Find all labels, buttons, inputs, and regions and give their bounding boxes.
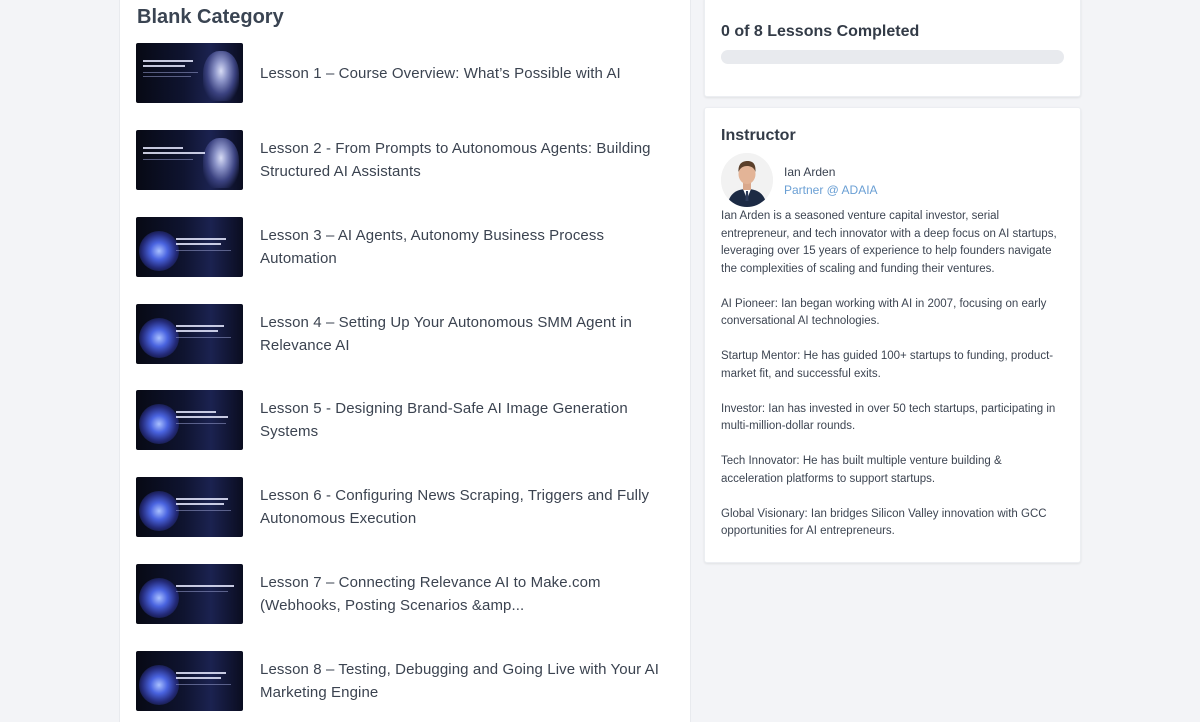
brain-icon bbox=[139, 231, 179, 271]
lesson-title[interactable]: Lesson 7 – Connecting Relevance AI to Ma… bbox=[260, 571, 676, 617]
instructor-bio: Ian Arden is a seasoned venture capital … bbox=[721, 208, 1066, 558]
avatar bbox=[721, 153, 773, 207]
brain-icon bbox=[139, 491, 179, 531]
bio-paragraph: Ian Arden is a seasoned venture capital … bbox=[721, 210, 1057, 275]
robot-icon bbox=[203, 138, 239, 188]
progress-bar bbox=[721, 50, 1064, 64]
lesson-thumbnail[interactable] bbox=[136, 43, 243, 103]
instructor-heading: Instructor bbox=[721, 127, 796, 144]
lesson-item[interactable]: Lesson 3 – AI Agents, Autonomy Business … bbox=[136, 217, 676, 277]
lesson-list-panel: Blank Category Lesson 1 – Course Overvie… bbox=[119, 0, 691, 722]
lesson-thumbnail[interactable] bbox=[136, 304, 243, 364]
lesson-title[interactable]: Lesson 2 - From Prompts to Autonomous Ag… bbox=[260, 137, 676, 183]
instructor-name: Ian Arden bbox=[784, 165, 836, 179]
category-title: Blank Category bbox=[137, 6, 284, 28]
bio-paragraph: Investor: Ian has invested in over 50 te… bbox=[721, 402, 1056, 433]
brain-icon bbox=[139, 665, 179, 705]
lesson-title[interactable]: Lesson 4 – Setting Up Your Autonomous SM… bbox=[260, 311, 676, 357]
robot-icon bbox=[203, 51, 239, 101]
brain-icon bbox=[139, 404, 179, 444]
progress-card: 0 of 8 Lessons Completed bbox=[704, 0, 1081, 97]
lesson-item[interactable]: Lesson 1 – Course Overview: What’s Possi… bbox=[136, 43, 676, 103]
bio-paragraph: AI Pioneer: Ian began working with AI in… bbox=[721, 297, 1047, 328]
instructor-role-link[interactable]: Partner @ ADAIA bbox=[784, 183, 878, 197]
lesson-item[interactable]: Lesson 7 – Connecting Relevance AI to Ma… bbox=[136, 564, 676, 624]
lesson-thumbnail[interactable] bbox=[136, 217, 243, 277]
lesson-item[interactable]: Lesson 4 – Setting Up Your Autonomous SM… bbox=[136, 304, 676, 364]
brain-icon bbox=[139, 318, 179, 358]
lesson-item[interactable]: Lesson 5 - Designing Brand-Safe AI Image… bbox=[136, 390, 676, 450]
lesson-thumbnail[interactable] bbox=[136, 390, 243, 450]
lesson-thumbnail[interactable] bbox=[136, 564, 243, 624]
lesson-item[interactable]: Lesson 2 - From Prompts to Autonomous Ag… bbox=[136, 130, 676, 190]
lesson-item[interactable]: Lesson 8 – Testing, Debugging and Going … bbox=[136, 651, 676, 711]
bio-paragraph: Global Visionary: Ian bridges Silicon Va… bbox=[721, 507, 1047, 538]
bio-paragraph: Startup Mentor: He has guided 100+ start… bbox=[721, 350, 1054, 380]
lesson-thumbnail[interactable] bbox=[136, 130, 243, 190]
person-avatar-icon bbox=[721, 153, 773, 207]
instructor-card: Instructor Ian Arden Partner @ ADAIA Ian… bbox=[704, 107, 1081, 563]
lesson-title[interactable]: Lesson 3 – AI Agents, Autonomy Business … bbox=[260, 224, 676, 270]
lesson-item[interactable]: Lesson 6 - Configuring News Scraping, Tr… bbox=[136, 477, 676, 537]
lesson-thumbnail[interactable] bbox=[136, 477, 243, 537]
lesson-thumbnail[interactable] bbox=[136, 651, 243, 711]
bio-paragraph: Tech Innovator: He has built multiple ve… bbox=[721, 455, 1002, 485]
lesson-title[interactable]: Lesson 1 – Course Overview: What’s Possi… bbox=[260, 62, 621, 85]
lesson-title[interactable]: Lesson 5 - Designing Brand-Safe AI Image… bbox=[260, 397, 676, 443]
lesson-title[interactable]: Lesson 8 – Testing, Debugging and Going … bbox=[260, 658, 676, 704]
brain-icon bbox=[139, 578, 179, 618]
progress-label: 0 of 8 Lessons Completed bbox=[721, 23, 920, 40]
lesson-title[interactable]: Lesson 6 - Configuring News Scraping, Tr… bbox=[260, 484, 676, 530]
